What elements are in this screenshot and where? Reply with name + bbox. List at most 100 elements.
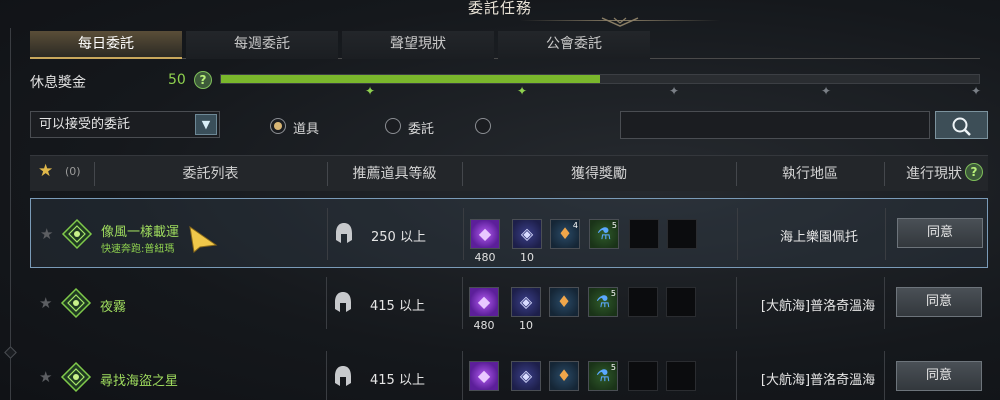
exp-gem-icon: ◆	[477, 366, 491, 385]
accept-button[interactable]: 同意	[896, 361, 982, 391]
reward-slot[interactable]: ◈	[512, 219, 542, 249]
ore-icon: ♦	[556, 366, 572, 385]
quest-region: [大航海]普洛奇溫海	[760, 299, 876, 314]
column-divider	[326, 277, 327, 329]
chevron-down-icon[interactable]: ▼	[195, 114, 217, 135]
search-icon	[952, 117, 971, 136]
status-help-icon[interactable]: ?	[965, 163, 983, 181]
quest-subtitle: 快速奔跑:普紐瑪	[101, 244, 175, 255]
reward-amount: 480	[473, 319, 495, 332]
reward-slot[interactable]: ♦	[549, 361, 579, 391]
tab-daily[interactable]: 每日委託	[30, 31, 182, 59]
reward-slot[interactable]: ◆	[469, 361, 499, 391]
reward-count: 5	[610, 363, 616, 372]
helmet-icon	[335, 292, 351, 312]
frame-ornament	[4, 346, 17, 359]
window-title: 委託任務	[467, 0, 532, 17]
exp-gem-icon: ◆	[477, 292, 491, 311]
helmet-icon	[336, 223, 352, 243]
column-divider	[736, 351, 737, 400]
reward-slot[interactable]: ⚗ 5	[588, 361, 618, 391]
column-divider	[462, 351, 463, 400]
reward-slot-empty	[666, 287, 696, 317]
column-divider	[463, 208, 464, 260]
rest-bonus-bar-fill	[221, 75, 600, 83]
crystal-icon: ◈	[519, 292, 533, 311]
quest-region: [大航海]普洛奇溫海	[760, 373, 876, 388]
column-divider	[737, 208, 738, 260]
reward-slot[interactable]: ♦	[549, 287, 579, 317]
quest-emblem-icon	[60, 361, 92, 393]
radio-quest[interactable]	[385, 118, 401, 134]
radio-quest-label: 委託	[408, 122, 435, 137]
quest-filter-select[interactable]: 可以接受的委託 ▼	[30, 111, 220, 138]
header-quest-list: 委託列表	[182, 166, 239, 182]
column-divider	[326, 351, 327, 400]
reward-slot-empty	[628, 287, 658, 317]
radio-other[interactable]	[475, 118, 491, 134]
accept-button[interactable]: 同意	[897, 218, 983, 248]
header-level: 推薦道具等級	[352, 166, 437, 182]
recommended-level: 250 以上	[371, 230, 426, 245]
recommended-level: 415 以上	[370, 373, 425, 388]
helmet-icon	[335, 366, 351, 386]
rest-bonus-bar	[220, 74, 980, 84]
reward-slot-empty	[628, 361, 658, 391]
column-divider	[885, 208, 886, 260]
exp-gem-icon: ◆	[478, 224, 492, 243]
title-bar: 委託任務	[0, 0, 1000, 28]
quest-name: 尋找海盜之星	[100, 374, 179, 389]
rest-bonus-marker-icon: ✦	[970, 84, 982, 98]
header-divider	[884, 162, 885, 186]
quest-name: 像風一樣載運	[101, 225, 180, 240]
column-divider	[884, 351, 885, 400]
reward-slot[interactable]: ⚗ 5	[589, 219, 619, 249]
search-input[interactable]	[620, 111, 930, 139]
rest-bonus-marker-icon: ✦	[820, 84, 832, 98]
reward-slot[interactable]: ◆	[469, 287, 499, 317]
reward-slot[interactable]: ◆	[470, 219, 500, 249]
reward-amount: 480	[474, 251, 496, 264]
reward-slot-empty	[667, 219, 697, 249]
favorite-star-icon[interactable]: ★	[39, 368, 52, 386]
quest-name: 夜霧	[100, 300, 127, 315]
rest-bonus-marker-icon: ✦	[516, 84, 528, 98]
column-divider	[327, 208, 328, 260]
header-status: 進行現狀	[906, 166, 962, 182]
column-divider	[736, 277, 737, 329]
favorite-star-icon[interactable]: ★	[39, 294, 52, 312]
rest-bonus-marker-icon: ✦	[364, 84, 376, 98]
quest-emblem-icon	[61, 218, 93, 250]
table-row[interactable]: ★ 像風一樣載運 快速奔跑:普紐瑪 250 以上 ◆ 480 ◈ 10 ♦ 4 ⚗ 5 海上…	[30, 198, 988, 268]
column-divider	[884, 277, 885, 329]
reward-slot[interactable]: ◈	[511, 287, 541, 317]
table-row[interactable]: ★ 尋找海盜之星 415 以上 ◆ ◈ ♦ ⚗ 5 [大航海]普洛奇溫海 同意	[30, 342, 988, 400]
crystal-icon: ◈	[519, 366, 533, 385]
table-row[interactable]: ★ 夜霧 415 以上 ◆ 480 ◈ 10 ♦ ⚗ 5 [大航海]普洛奇溫海 同意	[30, 268, 988, 338]
rest-bonus-help-icon[interactable]: ?	[194, 71, 212, 89]
quest-emblem-icon	[60, 287, 92, 319]
reward-slot[interactable]: ♦ 4	[550, 219, 580, 249]
rest-bonus-label: 休息獎金	[30, 75, 86, 91]
tab-bar: 每日委託 每週委託 聲望現狀 公會委託	[30, 31, 980, 59]
reward-count: 5	[611, 221, 617, 230]
title-ornament-icon	[601, 17, 639, 27]
favorite-star-icon[interactable]: ★	[40, 225, 53, 243]
favorite-star-icon[interactable]: ★	[38, 161, 53, 181]
accept-button[interactable]: 同意	[896, 287, 982, 317]
crystal-icon: ◈	[520, 224, 534, 243]
ore-icon: ♦	[556, 292, 572, 311]
reward-amount: 10	[520, 251, 534, 264]
reward-slot[interactable]: ◈	[511, 361, 541, 391]
reward-count: 4	[572, 221, 578, 230]
header-region: 執行地區	[782, 166, 838, 182]
tab-weekly[interactable]: 每週委託	[186, 31, 338, 59]
reward-slot[interactable]: ⚗ 5	[588, 287, 618, 317]
recommended-level: 415 以上	[370, 299, 425, 314]
radio-item[interactable]	[270, 118, 286, 134]
tab-guild[interactable]: 公會委託	[498, 31, 650, 59]
cursor-pointer-icon	[189, 225, 218, 253]
tab-reputation[interactable]: 聲望現狀	[342, 31, 494, 59]
table-header: 委託列表 推薦道具等級 獲得獎勵 執行地區 進行現狀	[30, 155, 988, 191]
search-button[interactable]	[935, 111, 988, 139]
